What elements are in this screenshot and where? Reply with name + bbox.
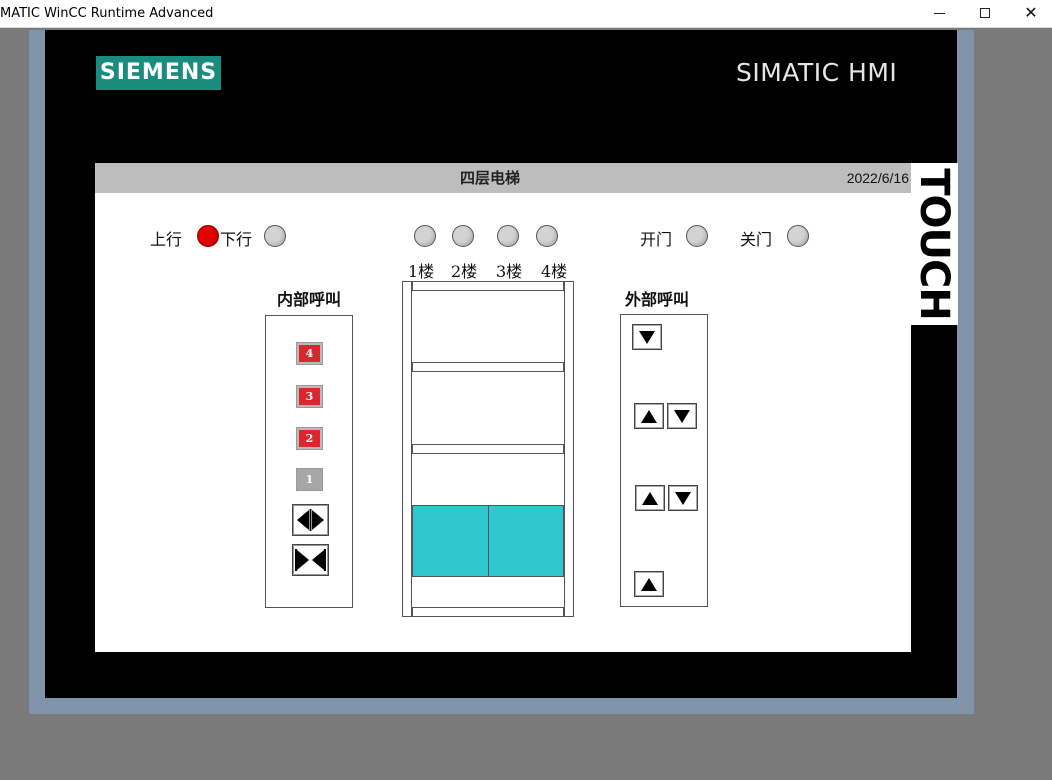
floor-1-marker: [412, 607, 564, 617]
internal-call-floor-3-button[interactable]: 3: [296, 385, 323, 408]
siemens-logo: SIEMENS: [96, 56, 221, 90]
window-titlebar: MATIC WinCC Runtime Advanced ✕: [0, 0, 1052, 28]
model-label: SIMATIC HMI: [736, 58, 898, 87]
door-open-label: 开门: [640, 230, 673, 249]
minimize-button[interactable]: [916, 0, 962, 28]
door-close-label: 关门: [740, 230, 773, 249]
floor-2-marker: [412, 444, 564, 454]
window-title: MATIC WinCC Runtime Advanced: [0, 6, 214, 21]
maximize-icon: [980, 8, 990, 18]
floor-4-down-button[interactable]: [632, 324, 662, 350]
internal-call-floor-2-button[interactable]: 2: [296, 427, 323, 450]
down-arrow-icon: [674, 410, 690, 423]
floor-4-lamp: [536, 225, 558, 247]
floor-2-down-button[interactable]: [668, 485, 698, 511]
direction-down-lamp: [264, 225, 286, 247]
up-arrow-icon: [641, 578, 657, 591]
floor-4-marker: [412, 281, 564, 291]
shaft-left-rail: [402, 281, 412, 617]
touch-text: TOUCH: [911, 168, 957, 320]
internal-call-title: 内部呼叫: [277, 290, 342, 309]
floor-3-down-button[interactable]: [667, 403, 697, 429]
touch-side-label: TOUCH: [910, 163, 958, 325]
direction-up-label: 上行: [150, 230, 183, 249]
down-arrow-icon: [639, 331, 655, 344]
close-icon: ✕: [1024, 5, 1038, 22]
floor-2-label: 2楼: [451, 262, 478, 281]
up-arrow-icon: [641, 410, 657, 423]
maximize-button[interactable]: [962, 0, 1008, 28]
door-open-lamp: [686, 225, 708, 247]
internal-call-floor-1-button[interactable]: 1: [296, 468, 323, 491]
floor-4-label: 4楼: [541, 262, 568, 281]
floor-1-up-button[interactable]: [634, 571, 664, 597]
up-arrow-icon: [642, 492, 658, 505]
down-arrow-icon: [675, 492, 691, 505]
direction-down-label: 下行: [220, 230, 253, 249]
shaft-right-rail: [564, 281, 574, 617]
screen-title: 四层电梯: [459, 169, 520, 187]
external-call-panel: [620, 314, 708, 607]
floor-3-label: 3楼: [496, 262, 523, 281]
door-close-icon: [295, 549, 326, 571]
elevator-car: [412, 505, 564, 577]
door-close-lamp: [787, 225, 809, 247]
floor-1-label: 1楼: [408, 262, 435, 281]
floor-3-marker: [412, 362, 564, 372]
close-door-button[interactable]: [292, 544, 329, 576]
internal-call-floor-4-button[interactable]: 4: [296, 342, 323, 365]
floor-3-up-button[interactable]: [634, 403, 664, 429]
screen-header: 四层电梯 2022/6/16: [95, 163, 911, 193]
external-call-title: 外部呼叫: [625, 290, 690, 309]
open-door-button[interactable]: [292, 504, 329, 536]
minimize-icon: [934, 13, 945, 14]
screen-date: 2022/6/16: [846, 170, 909, 186]
door-open-icon: [297, 509, 324, 531]
floor-1-lamp: [414, 225, 436, 247]
elevator-door-split: [488, 506, 489, 576]
direction-up-lamp: [197, 225, 219, 247]
floor-2-lamp: [452, 225, 474, 247]
floor-3-lamp: [497, 225, 519, 247]
floor-2-up-button[interactable]: [635, 485, 665, 511]
close-button[interactable]: ✕: [1008, 0, 1052, 28]
